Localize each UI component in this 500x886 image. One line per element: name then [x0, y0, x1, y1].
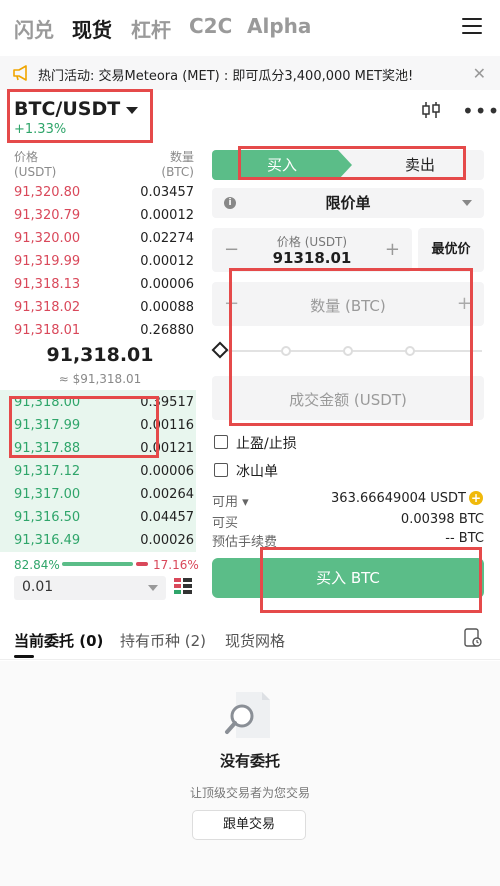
highlight-box — [260, 547, 482, 613]
bid-row[interactable]: 91,316.50 0.04457 — [0, 506, 200, 529]
available-label-text: 可用 — [212, 495, 239, 510]
sell-ratio-bar — [136, 562, 148, 566]
orderbook-price-header: 价格 (USDT) — [14, 150, 56, 180]
empty-subtitle: 让顶级交易者为您交易 — [189, 786, 310, 800]
order-history-icon[interactable] — [464, 628, 482, 648]
caret-down-icon — [148, 585, 158, 591]
tab-spot-grid[interactable]: 现货网格 — [225, 630, 285, 651]
ask-row[interactable]: 91,320.80 0.03457 — [0, 181, 200, 204]
orders-tabs: 当前委托 (0) 持有币种 (2) 现货网格 — [0, 620, 500, 660]
bid-row[interactable]: 91,317.12 0.00006 — [0, 460, 200, 483]
highlight-box — [229, 268, 473, 426]
iceberg-checkbox[interactable] — [214, 463, 228, 477]
bid-price: 91,317.12 — [14, 464, 81, 479]
ask-price: 91,320.79 — [14, 208, 81, 223]
price-header-unit: (USDT) — [14, 165, 57, 179]
slider-handle[interactable] — [211, 341, 229, 359]
sell-ratio: 17.16% — [153, 558, 199, 572]
last-price[interactable]: 91,318.01 — [0, 344, 200, 366]
bid-row[interactable]: 91,317.00 0.00264 — [0, 483, 200, 506]
ask-qty: 0.00012 — [140, 208, 194, 223]
precision-select[interactable]: 0.01 — [14, 576, 166, 600]
bid-qty: 0.00264 — [140, 487, 194, 502]
ask-row[interactable]: 91,318.13 0.00006 — [0, 273, 200, 296]
bid-qty: 0.00006 — [140, 464, 194, 479]
close-icon[interactable]: ✕ — [473, 64, 486, 83]
available-value: 363.66649004 USDT — [331, 491, 466, 506]
ask-price: 91,318.13 — [14, 277, 81, 292]
precision-value: 0.01 — [22, 579, 54, 595]
last-price-fiat: ≈ $91,318.01 — [58, 372, 142, 386]
price-header-label: 价格 — [14, 150, 39, 164]
ask-price: 91,318.02 — [14, 300, 81, 315]
ask-qty: 0.00006 — [140, 277, 194, 292]
iceberg-label[interactable]: 冰山单 — [236, 461, 278, 481]
can-buy-label: 可买 — [212, 516, 239, 531]
ask-qty: 0.26880 — [140, 323, 194, 338]
ask-qty: 0.03457 — [140, 185, 194, 200]
add-funds-icon[interactable]: + — [469, 491, 483, 505]
ask-price: 91,320.80 — [14, 185, 81, 200]
tab-convert[interactable]: 闪兑 — [14, 14, 54, 43]
plus-icon[interactable]: + — [385, 239, 400, 260]
ask-row[interactable]: 91,318.01 0.26880 — [0, 319, 200, 342]
highlight-box — [7, 89, 153, 143]
order-type-label: 限价单 — [325, 194, 371, 212]
qty-header-label: 数量 — [169, 150, 194, 164]
menu-icon[interactable] — [462, 18, 482, 36]
fee-value: -- BTC — [445, 531, 484, 546]
price-label: 价格 (USDT) — [276, 235, 348, 249]
ask-qty: 0.00088 — [140, 300, 194, 315]
empty-search-icon — [225, 692, 270, 738]
best-price-button[interactable]: 最优价 — [418, 228, 484, 272]
top-nav: 闪兑 现货 杠杆 C2C Alpha — [0, 0, 500, 56]
tab-spot[interactable]: 现货 — [72, 14, 112, 43]
bid-qty: 0.04457 — [140, 510, 194, 525]
copy-trading-button[interactable]: 跟单交易 — [192, 810, 306, 840]
tab-margin[interactable]: 杠杆 — [131, 14, 171, 43]
buy-ratio-bar — [62, 562, 133, 566]
tab-open-orders[interactable]: 当前委托 (0) — [14, 630, 103, 651]
order-type-select[interactable]: i 限价单 — [212, 188, 484, 218]
tp-sl-checkbox[interactable] — [214, 435, 228, 449]
caret-down-icon — [462, 200, 472, 206]
buy-ratio: 82.84% — [14, 558, 60, 572]
announcement-text: 热门活动: 交易Meteora (MET) : 即可瓜分3,400,000 ME… — [38, 69, 414, 84]
bid-row[interactable]: 91,316.49 0.00026 — [0, 529, 200, 552]
ask-price: 91,320.00 — [14, 231, 81, 246]
ask-row[interactable]: 91,320.00 0.02274 — [0, 227, 200, 250]
tab-holdings[interactable]: 持有币种 (2) — [120, 630, 206, 651]
ask-price: 91,319.99 — [14, 254, 81, 269]
bid-price: 91,316.50 — [14, 510, 81, 525]
ask-row[interactable]: 91,320.79 0.00012 — [0, 204, 200, 227]
tp-sl-label[interactable]: 止盈/止损 — [236, 433, 297, 453]
ask-row[interactable]: 91,318.02 0.00088 — [0, 296, 200, 319]
tab-alpha[interactable]: Alpha — [247, 14, 311, 38]
bid-price: 91,317.00 — [14, 487, 81, 502]
available-label[interactable]: 可用 ▾ — [212, 491, 249, 510]
highlight-box — [9, 396, 159, 458]
price-input[interactable]: − 价格 (USDT) 91318.01 + — [212, 228, 412, 272]
info-icon[interactable]: i — [224, 197, 236, 209]
megaphone-icon — [13, 65, 27, 81]
announcement-bar[interactable]: 热门活动: 交易Meteora (MET) : 即可瓜分3,400,000 ME… — [0, 56, 500, 90]
tab-c2c[interactable]: C2C — [189, 14, 232, 38]
can-buy-value: 0.00398 BTC — [400, 512, 484, 527]
orderbook-qty-header: 数量 (BTC) — [150, 150, 194, 180]
orderbook-layout-icon[interactable] — [174, 578, 192, 596]
ask-price: 91,318.01 — [14, 323, 81, 338]
active-tab-indicator — [14, 655, 34, 658]
bid-price: 91,316.49 — [14, 533, 81, 548]
bid-qty: 0.00026 — [140, 533, 194, 548]
ask-qty: 0.02274 — [140, 231, 194, 246]
highlight-box — [238, 146, 466, 180]
candlestick-chart-icon[interactable] — [420, 100, 442, 120]
ask-row[interactable]: 91,319.99 0.00012 — [0, 250, 200, 273]
price-value[interactable]: 91318.01 — [212, 249, 412, 267]
more-icon[interactable]: ••• — [462, 101, 500, 121]
qty-header-unit: (BTC) — [161, 165, 194, 179]
empty-title: 没有委托 — [219, 752, 280, 770]
ask-qty: 0.00012 — [140, 254, 194, 269]
